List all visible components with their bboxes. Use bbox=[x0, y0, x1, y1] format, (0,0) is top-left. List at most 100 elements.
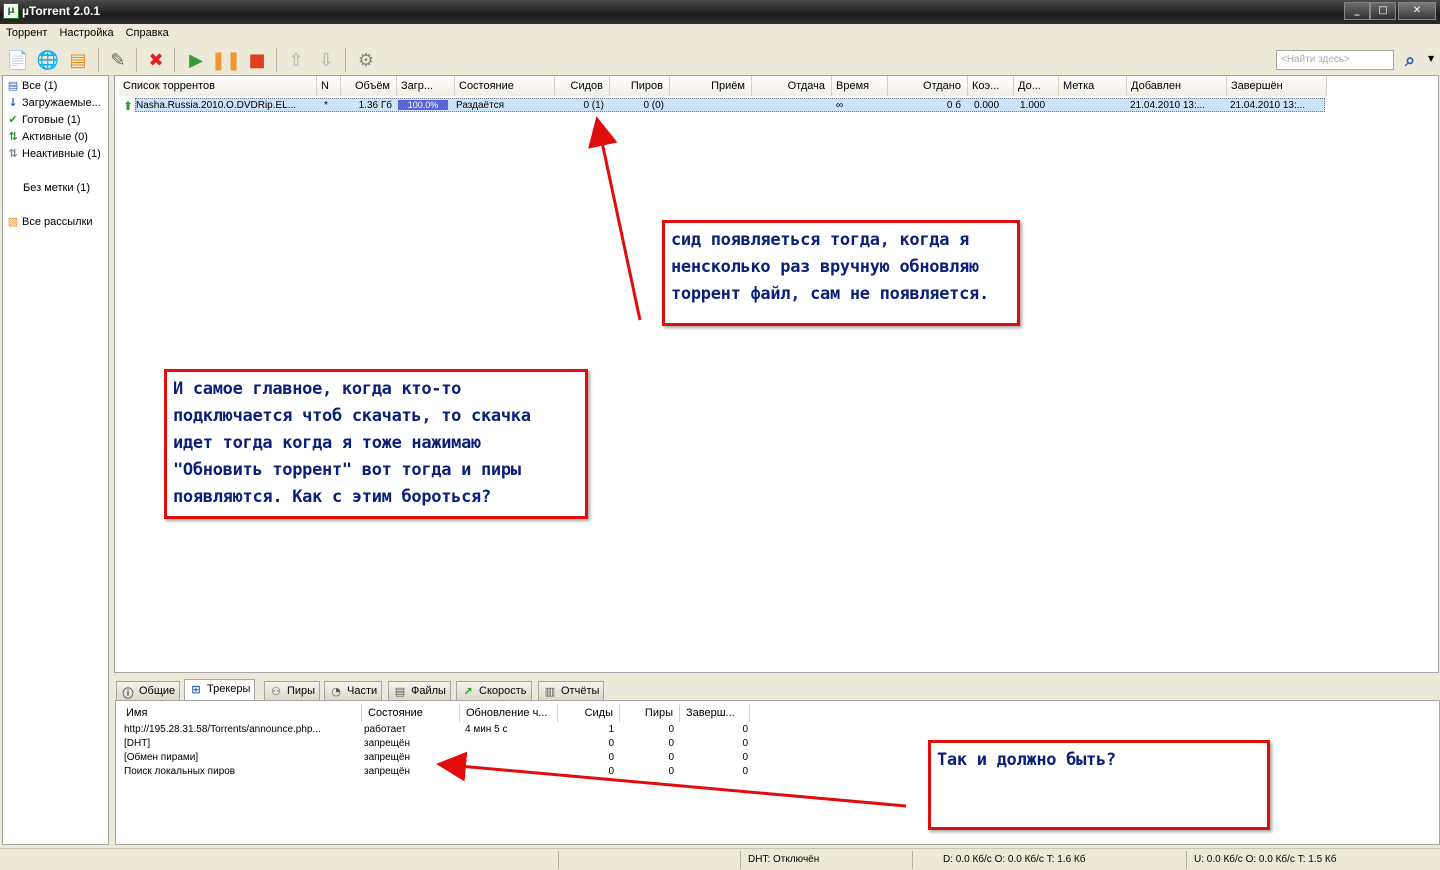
col-header-ratio[interactable]: Коэ... bbox=[968, 76, 1014, 96]
upload-speed-status[interactable]: U: 0.0 Кб/с O: 0.0 Кб/с T: 1.5 Кб bbox=[1194, 854, 1336, 865]
create-torrent-icon[interactable]: ✎ bbox=[106, 48, 130, 72]
trackers-icon: ⊞ bbox=[191, 683, 201, 696]
menu-torrent[interactable]: Торрент bbox=[0, 26, 53, 40]
sidebar-item-downloading[interactable]: ↓ Загружаемые... bbox=[7, 95, 100, 110]
col-header-eta[interactable]: Время bbox=[832, 76, 888, 96]
menu-settings[interactable]: Настройка bbox=[53, 26, 119, 40]
move-down-icon[interactable]: ⇩ bbox=[314, 48, 338, 72]
col-header-availability[interactable]: До... bbox=[1014, 76, 1059, 96]
torrent-availability: 1.000 bbox=[1020, 100, 1046, 111]
annotation-note-peers: И самое главное, когда кто-то подключает… bbox=[164, 369, 588, 519]
toolbar-separator bbox=[276, 48, 277, 72]
tab-pieces[interactable]: ◔ Части bbox=[324, 681, 383, 700]
tab-trackers[interactable]: ⊞ Трекеры bbox=[184, 679, 256, 701]
table-row[interactable]: Nasha.Russia.2010.O.DVDRip.EL... * 1.36 … bbox=[135, 98, 1325, 112]
tab-label: Трекеры bbox=[207, 683, 251, 695]
all-icon: ▤ bbox=[7, 79, 19, 92]
dht-status[interactable]: DHT: Отключён bbox=[748, 854, 819, 865]
annotation-line: Так и должно быть? bbox=[937, 750, 1116, 770]
pause-icon[interactable]: ❚❚ bbox=[211, 48, 241, 72]
sidebar-item-label: Все рассылки bbox=[22, 215, 93, 228]
tracker-col-name[interactable]: Имя bbox=[122, 704, 362, 722]
status-bar: DHT: Отключён D: 0.0 Кб/с O: 0.0 Кб/с T:… bbox=[0, 848, 1440, 870]
tab-logger[interactable]: ▥ Отчёты bbox=[538, 681, 605, 700]
col-header-number[interactable]: N bbox=[317, 76, 341, 96]
download-speed-status[interactable]: D: 0.0 Кб/с O: 0.0 Кб/с T: 1.6 Кб bbox=[943, 854, 1085, 865]
torrent-name: Nasha.Russia.2010.O.DVDRip.EL... bbox=[136, 100, 297, 111]
col-header-added[interactable]: Добавлен bbox=[1127, 76, 1227, 96]
torrent-added: 21.04.2010 13:... bbox=[1130, 100, 1206, 111]
sidebar-item-completed[interactable]: ✔ Готовые (1) bbox=[7, 112, 81, 127]
tab-files[interactable]: ▤ Файлы bbox=[388, 681, 451, 700]
speed-icon: ↗ bbox=[463, 685, 473, 698]
peers-icon: ⚇ bbox=[271, 685, 281, 698]
torrent-uploaded: 0 б bbox=[946, 100, 961, 111]
annotation-note-question: Так и должно быть? bbox=[928, 740, 1270, 830]
torrent-status: Раздаётся bbox=[456, 100, 504, 111]
col-header-status[interactable]: Состояние bbox=[455, 76, 555, 96]
sidebar-item-inactive[interactable]: ⇅ Неактивные (1) bbox=[7, 146, 100, 161]
annotation-line: подключается чтоб скачать, то скачка bbox=[173, 406, 531, 426]
statusbar-separator bbox=[558, 851, 559, 869]
tracker-seeds: 0 bbox=[608, 766, 614, 777]
add-rss-icon[interactable]: ▤ bbox=[66, 48, 90, 72]
tracker-peers: 0 bbox=[668, 766, 674, 777]
col-header-seeds[interactable]: Сидов bbox=[555, 76, 610, 96]
col-header-done[interactable]: Загр... bbox=[397, 76, 455, 96]
add-torrent-icon[interactable]: 📄 bbox=[6, 48, 30, 72]
menu-help[interactable]: Справка bbox=[120, 26, 175, 40]
annotation-line: торрент файл, сам не появляется. bbox=[671, 284, 989, 304]
preferences-gear-icon[interactable]: ⚙ bbox=[354, 48, 378, 72]
torrent-size: 1.36 Гб bbox=[358, 100, 392, 111]
col-header-label[interactable]: Метка bbox=[1059, 76, 1127, 96]
tracker-col-downloaded[interactable]: Заверш... bbox=[682, 704, 750, 722]
start-icon[interactable]: ▶ bbox=[184, 48, 208, 72]
sidebar-item-active[interactable]: ⇅ Активные (0) bbox=[7, 129, 88, 144]
tracker-name: [Обмен пирами] bbox=[124, 752, 199, 763]
remove-icon[interactable]: ✖ bbox=[144, 48, 168, 72]
tracker-col-status[interactable]: Состояние bbox=[364, 704, 460, 722]
sidebar-item-all[interactable]: ▤ Все (1) bbox=[7, 78, 58, 93]
annotation-line: ненсколько раз вручную обновляю bbox=[671, 257, 979, 277]
move-up-icon[interactable]: ⇧ bbox=[284, 48, 308, 72]
search-input[interactable]: <Найти здесь> bbox=[1276, 50, 1394, 70]
check-icon: ✔ bbox=[8, 113, 18, 126]
tracker-col-update[interactable]: Обновление ч... bbox=[462, 704, 558, 722]
statusbar-separator bbox=[1186, 851, 1187, 869]
search-dropdown-icon[interactable]: ▼ bbox=[1428, 54, 1434, 63]
col-header-peers[interactable]: Пиров bbox=[610, 76, 670, 96]
tab-speed[interactable]: ↗ Скорость bbox=[456, 681, 532, 700]
active-icon: ⇅ bbox=[8, 130, 18, 143]
maximize-button[interactable]: □ bbox=[1370, 2, 1396, 20]
annotation-line: "Обновить торрент" вот тогда и пиры bbox=[173, 460, 521, 480]
torrent-ratio: 0.000 bbox=[974, 100, 1000, 111]
col-header-size[interactable]: Объём bbox=[341, 76, 397, 96]
rss-icon: ▧ bbox=[7, 215, 19, 228]
col-header-name[interactable]: Список торрентов bbox=[119, 76, 317, 96]
sidebar-item-label: Все (1) bbox=[22, 79, 58, 92]
torrent-number: * bbox=[324, 100, 328, 111]
add-url-icon[interactable]: 🌐 bbox=[36, 48, 60, 72]
tab-general[interactable]: ⓘ Общие bbox=[116, 681, 181, 700]
minimize-button[interactable]: _ bbox=[1344, 2, 1370, 20]
sidebar-item-feeds[interactable]: ▧ Все рассылки bbox=[7, 214, 93, 229]
category-sidebar: ▤ Все (1) ↓ Загружаемые... ✔ Готовые (1) ⇅ А… bbox=[2, 75, 109, 845]
col-header-completed[interactable]: Завершён bbox=[1227, 76, 1327, 96]
tracker-status: работает bbox=[364, 724, 407, 735]
download-icon: ↓ bbox=[8, 96, 18, 109]
col-header-down-speed[interactable]: Приём bbox=[670, 76, 752, 96]
tracker-col-peers[interactable]: Пиры bbox=[620, 704, 680, 722]
close-button[interactable]: ✕ bbox=[1398, 2, 1436, 20]
detail-tabs: ⓘ Общие ⊞ Трекеры ⚇ Пиры ◔ Части ▤ Файлы ↗ Ско… bbox=[114, 679, 1440, 701]
sidebar-item-no-label[interactable]: Без метки (1) bbox=[23, 180, 90, 195]
search-icon[interactable]: ⌕ bbox=[1398, 48, 1422, 72]
col-header-up-speed[interactable]: Отдача bbox=[752, 76, 832, 96]
sidebar-item-label: Готовые (1) bbox=[22, 113, 81, 126]
tab-peers[interactable]: ⚇ Пиры bbox=[264, 681, 321, 700]
tracker-downloaded: 0 bbox=[742, 724, 748, 735]
tab-label: Части bbox=[347, 685, 378, 697]
col-header-uploaded[interactable]: Отдано bbox=[888, 76, 968, 96]
stop-icon[interactable]: ■ bbox=[245, 48, 269, 72]
tracker-col-seeds[interactable]: Сиды bbox=[560, 704, 620, 722]
tracker-status: запрещён bbox=[364, 752, 410, 763]
